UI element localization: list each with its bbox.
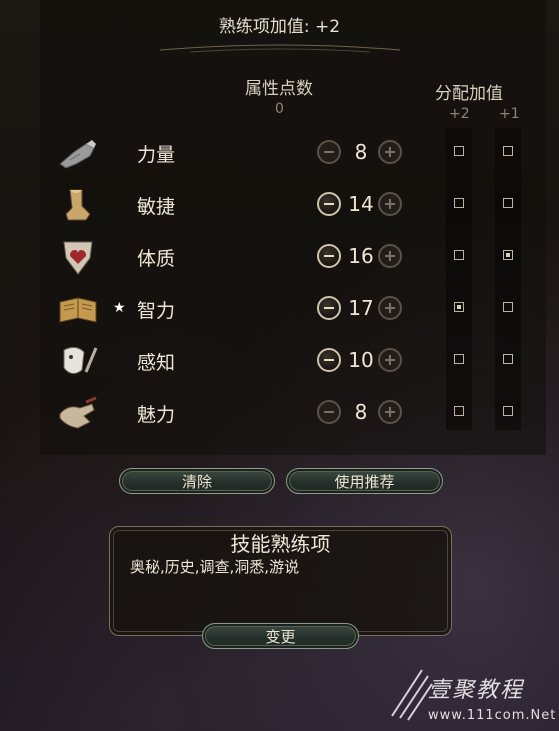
proficiency-bonus-label: 熟练项加值: +2 [218,17,341,37]
plus1-checkbox[interactable] [503,302,513,312]
minus-icon [324,151,334,153]
clear-button[interactable]: 清除 [119,468,275,494]
plus1-checkbox[interactable] [503,146,513,156]
open-book-icon [59,297,97,323]
attribute-row-wisdom: 感知 10 [0,342,559,390]
attribute-name: 魅力 [137,404,176,426]
decrease-button[interactable] [317,348,341,372]
plus-icon [385,303,395,313]
attribute-row-strength: 力量 8 [0,134,559,182]
gauntlet-icon [59,140,96,169]
skill-proficiency-list: 奥秘,历史,调查,洞悉,游说 [130,558,300,576]
decrease-button[interactable] [317,400,341,424]
plus2-checkbox[interactable] [454,406,464,416]
plus-icon [385,355,395,365]
assign-bonus-header: 分配加值 [435,84,503,104]
increase-button[interactable] [378,400,402,424]
increase-button[interactable] [378,192,402,216]
plus-icon [385,251,395,261]
attribute-name: 体质 [137,248,176,270]
minus-icon [324,307,334,309]
attribute-name: 力量 [137,144,176,166]
attribute-name: 敏捷 [137,196,176,218]
attribute-row-charisma: 魅力 8 [0,394,559,442]
mask-feather-icon [63,346,98,374]
increase-button[interactable] [378,244,402,268]
watermark-url: www.111com.Net [428,708,557,723]
star-icon: ★ [113,300,126,316]
points-column-header: 属性点数 [245,79,313,99]
plus1-checkbox[interactable] [503,250,513,260]
hand-icon [59,396,97,429]
plus1-checkbox[interactable] [503,354,513,364]
plus2-checkbox[interactable] [454,354,464,364]
plus-icon [385,407,395,417]
attribute-value: 8 [354,140,368,164]
minus-icon [324,359,334,361]
increase-button[interactable] [378,296,402,320]
points-remaining: 0 [275,101,284,117]
decrease-button[interactable] [317,296,341,320]
attribute-row-constitution: 体质 16 [0,238,559,286]
plus2-checkbox[interactable] [454,198,464,208]
use-recommended-button[interactable]: 使用推荐 [286,468,443,494]
plus2-checkbox[interactable] [454,250,464,260]
attribute-row-dexterity: 敏捷 14 [0,186,559,234]
watermark-text: 壹聚教程 [428,678,525,703]
shield-heart-icon [63,241,93,275]
attribute-value: 17 [348,296,374,320]
attribute-name: 智力 [137,300,176,322]
minus-icon [324,203,334,205]
skill-proficiency-title: 技能熟练项 [230,532,331,556]
decrease-button[interactable] [317,244,341,268]
attribute-value: 16 [348,244,374,268]
title-divider-ornament [159,44,401,53]
attribute-row-intelligence: ★ 智力 17 [0,290,559,338]
attribute-value: 10 [348,348,374,372]
plus1-checkbox[interactable] [503,198,513,208]
plus2-column-header: +2 [449,106,470,122]
attribute-name: 感知 [137,352,176,374]
boot-icon [65,189,91,221]
attribute-value: 14 [348,192,374,216]
minus-icon [324,411,334,413]
attribute-value: 8 [354,400,368,424]
plus-icon [385,199,395,209]
increase-button[interactable] [378,140,402,164]
plus1-checkbox[interactable] [503,406,513,416]
minus-icon [324,255,334,257]
decrease-button[interactable] [317,140,341,164]
increase-button[interactable] [378,348,402,372]
plus-icon [385,147,395,157]
change-button[interactable]: 变更 [202,623,359,649]
decrease-button[interactable] [317,192,341,216]
plus1-column-header: +1 [499,106,520,122]
plus2-checkbox[interactable] [454,146,464,156]
plus2-checkbox[interactable] [454,302,464,312]
